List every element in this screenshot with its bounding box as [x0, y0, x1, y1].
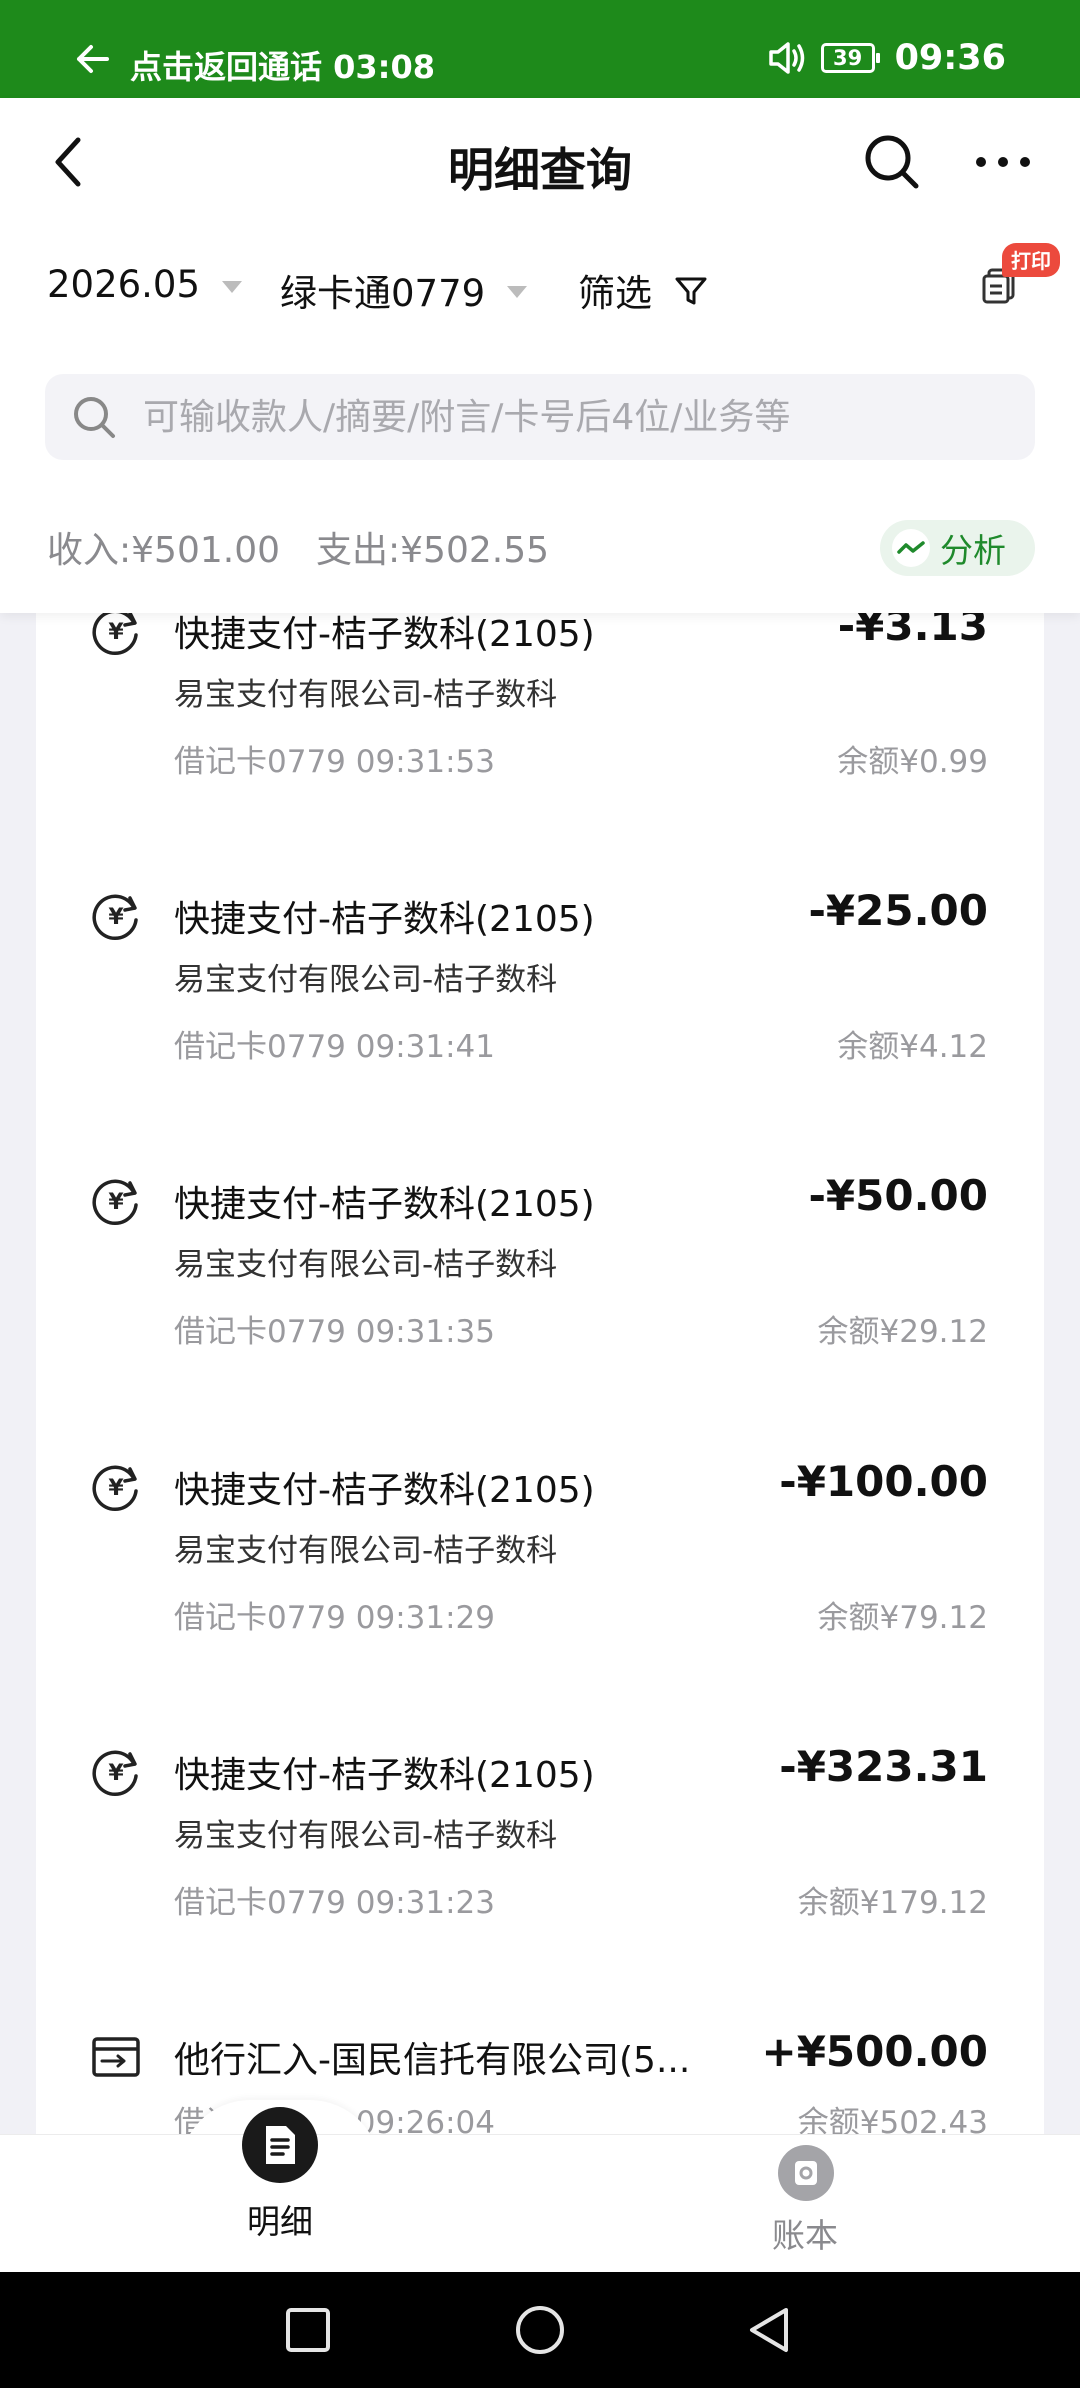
summary: 收入:¥501.00 支出:¥502.55 [47, 521, 585, 573]
tab-details[interactable]: 明细 [180, 2107, 380, 2273]
back-triangle-icon[interactable] [742, 2302, 798, 2358]
tab-label: 明细 [247, 2202, 313, 2241]
transaction-item[interactable]: ¥ 快捷支付-桔子数科(2105) -¥100.00 易宝支付有限公司-桔子数科… [36, 1457, 1044, 1746]
transaction-merchant: 易宝支付有限公司-桔子数科 [174, 1818, 558, 1854]
yuan-refresh-icon: ¥ [92, 1750, 138, 1797]
transaction-balance: 余额¥4.12 [837, 1029, 988, 1065]
svg-text:¥: ¥ [108, 905, 124, 930]
bottom-tab-bar: 明细 账本 [0, 2107, 1080, 2273]
more-dots-icon[interactable] [974, 150, 1032, 174]
tab-label: 账本 [772, 2216, 838, 2255]
filter-label: 筛选 [578, 272, 652, 315]
document-icon [242, 2107, 318, 2183]
transaction-amount: -¥50.00 [808, 1171, 988, 1220]
battery-icon: 39 [820, 43, 880, 73]
transaction-amount: -¥100.00 [779, 1457, 988, 1506]
transaction-card-time: 借记卡0779 09:31:23 [174, 1885, 495, 1921]
yuan-refresh-icon: ¥ [92, 1465, 138, 1512]
ledger-icon [778, 2145, 834, 2201]
transfer-card-icon [92, 2037, 140, 2077]
transaction-title: 他行汇入-国民信托有限公司(5... [174, 2040, 691, 2081]
date-selector[interactable]: 2026.05 [47, 263, 243, 306]
tab-ledger[interactable]: 账本 [705, 2135, 905, 2273]
transaction-balance: 余额¥29.12 [817, 1314, 988, 1350]
transaction-item[interactable]: ¥ 快捷支付-桔子数科(2105) -¥3.13 易宝支付有限公司-桔子数科 借… [36, 601, 1044, 890]
transaction-item[interactable]: 他行汇入-国民信托有限公司(5... +¥500.00 借记卡0779 09:2… [36, 2027, 1044, 2134]
clock: 09:36 [894, 38, 1006, 78]
svg-text:¥: ¥ [108, 1190, 124, 1215]
transaction-card-time: 借记卡0779 09:31:53 [174, 744, 495, 780]
chevron-down-icon [507, 286, 528, 298]
funnel-icon [675, 277, 707, 305]
header: 明细查询 2026.05 绿卡通0779 筛选 打印 可输收款人/摘要/附言/卡… [0, 98, 1080, 613]
status-icons: 39 09:36 [767, 38, 1006, 78]
search-icon[interactable] [862, 132, 922, 192]
transaction-balance: 余额¥0.99 [837, 744, 988, 780]
transaction-title: 快捷支付-桔子数科(2105) [174, 899, 595, 940]
transaction-balance: 余额¥179.12 [797, 1885, 988, 1921]
transaction-item[interactable]: ¥ 快捷支付-桔子数科(2105) -¥25.00 易宝支付有限公司-桔子数科 … [36, 886, 1044, 1175]
transaction-item[interactable]: ¥ 快捷支付-桔子数科(2105) -¥50.00 易宝支付有限公司-桔子数科 … [36, 1171, 1044, 1460]
svg-text:¥: ¥ [108, 620, 124, 645]
account-value: 绿卡通0779 [280, 272, 486, 315]
transaction-card-time: 借记卡0779 09:31:35 [174, 1314, 495, 1350]
transaction-card-time: 借记卡0779 09:31:29 [174, 1600, 495, 1636]
income-total: 收入:¥501.00 [47, 530, 280, 571]
account-selector[interactable]: 绿卡通0779 [280, 263, 528, 317]
svg-text:¥: ¥ [108, 1476, 124, 1501]
search-input[interactable] [143, 374, 1013, 460]
transaction-amount: -¥323.31 [779, 1742, 988, 1791]
print-badge[interactable]: 打印 [1002, 243, 1060, 277]
home-circle-icon[interactable] [512, 2302, 568, 2358]
search-bar[interactable] [45, 374, 1035, 460]
transaction-list: ¥ 快捷支付-桔子数科(2105) -¥3.13 易宝支付有限公司-桔子数科 借… [36, 580, 1044, 2134]
chevron-down-icon [222, 280, 243, 293]
transaction-merchant: 易宝支付有限公司-桔子数科 [174, 677, 558, 713]
transaction-amount: +¥500.00 [761, 2027, 989, 2076]
transaction-balance: 余额¥502.43 [797, 2105, 988, 2134]
system-nav-bar [0, 2272, 1080, 2388]
trend-icon [892, 529, 930, 567]
transaction-merchant: 易宝支付有限公司-桔子数科 [174, 1247, 558, 1283]
transaction-merchant: 易宝支付有限公司-桔子数科 [174, 962, 558, 998]
transaction-title: 快捷支付-桔子数科(2105) [174, 1755, 595, 1796]
speaker-icon [768, 42, 804, 74]
transaction-amount: -¥25.00 [808, 886, 988, 935]
filter-row: 2026.05 绿卡通0779 筛选 [0, 263, 1080, 323]
yuan-refresh-icon: ¥ [92, 894, 138, 941]
date-value: 2026.05 [47, 263, 201, 306]
search-icon [74, 397, 115, 438]
transaction-title: 快捷支付-桔子数科(2105) [174, 1470, 595, 1511]
analysis-label: 分析 [940, 531, 1006, 570]
transaction-merchant: 易宝支付有限公司-桔子数科 [174, 1533, 558, 1569]
analysis-button[interactable]: 分析 [880, 520, 1035, 576]
return-call-arrow-icon[interactable] [76, 44, 110, 74]
return-to-call-text[interactable]: 点击返回通话 03:08 [130, 42, 435, 88]
status-bar: 点击返回通话 03:08 39 09:36 [0, 0, 1080, 98]
transaction-title: 快捷支付-桔子数科(2105) [174, 1184, 595, 1225]
transaction-item[interactable]: ¥ 快捷支付-桔子数科(2105) -¥323.31 易宝支付有限公司-桔子数科… [36, 1742, 1044, 2031]
transaction-balance: 余额¥79.12 [817, 1600, 988, 1636]
expense-total: 支出:¥502.55 [316, 530, 549, 571]
transaction-card-time: 借记卡0779 09:31:41 [174, 1029, 495, 1065]
recents-square-icon[interactable] [280, 2302, 336, 2358]
filter-button[interactable]: 筛选 [578, 263, 708, 317]
svg-text:¥: ¥ [108, 1761, 124, 1786]
yuan-refresh-icon: ¥ [92, 1179, 138, 1226]
